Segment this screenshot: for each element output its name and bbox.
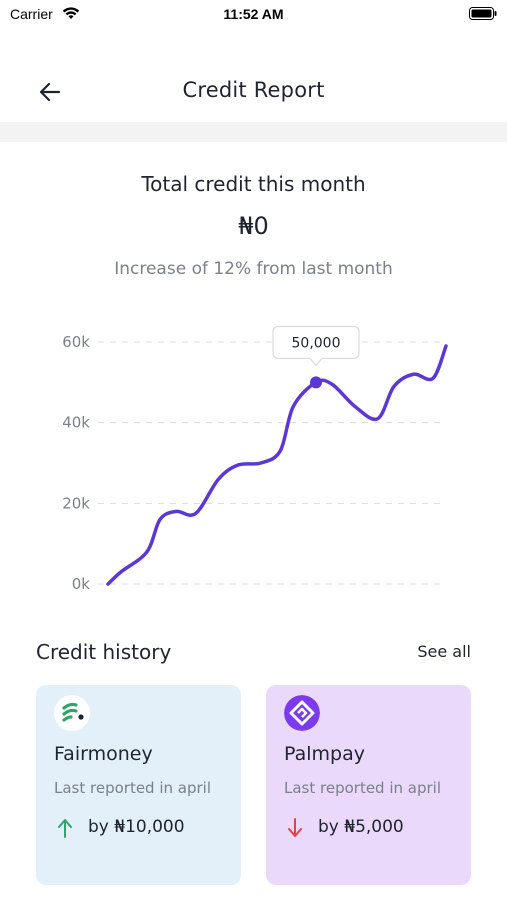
fairmoney-card[interactable]: Fairmoney Last reported in april by ₦10,… <box>36 685 241 885</box>
credit-history-title: Credit history <box>36 640 172 664</box>
card-change-palmpay: by ₦5,000 <box>318 817 404 837</box>
tooltip-point[interactable] <box>310 376 322 389</box>
y-tick-label: 20k <box>62 494 90 512</box>
fairmoney-logo-icon <box>54 695 90 731</box>
card-name-palmpay: Palmpay <box>284 743 365 765</box>
y-tick-label: 0k <box>72 575 91 593</box>
nav-bar: Credit Report <box>0 60 507 122</box>
arrow-down-icon <box>288 818 302 837</box>
battery-icon <box>469 7 497 20</box>
arrow-up-icon <box>58 819 72 838</box>
summary-title: Total credit this month <box>141 172 366 196</box>
y-tick-label: 40k <box>62 414 90 432</box>
card-subtitle-palmpay: Last reported in april <box>284 779 442 797</box>
summary-amount: ₦0 <box>238 212 269 240</box>
credit-series-line <box>106 344 448 586</box>
palmpay-logo-icon <box>284 695 320 731</box>
section-divider <box>0 122 507 142</box>
card-change-fairmoney: by ₦10,000 <box>88 817 185 837</box>
palmpay-card[interactable]: Palmpay Last reported in april by ₦5,000 <box>266 685 471 885</box>
status-time: 11:52 AM <box>223 6 284 22</box>
page-title: Credit Report <box>182 78 325 102</box>
card-name-fairmoney: Fairmoney <box>54 743 153 765</box>
summary-subtitle: Increase of 12% from last month <box>114 259 393 279</box>
status-bar: Carrier 11:52 AM <box>0 0 507 30</box>
card-subtitle-fairmoney: Last reported in april <box>54 779 212 797</box>
see-all-link[interactable]: See all <box>417 642 471 661</box>
credit-line-chart: 0k 20k 40k 60k 50,000 <box>62 325 448 593</box>
tooltip-label: 50,000 <box>292 335 341 351</box>
y-tick-label: 60k <box>62 333 90 351</box>
